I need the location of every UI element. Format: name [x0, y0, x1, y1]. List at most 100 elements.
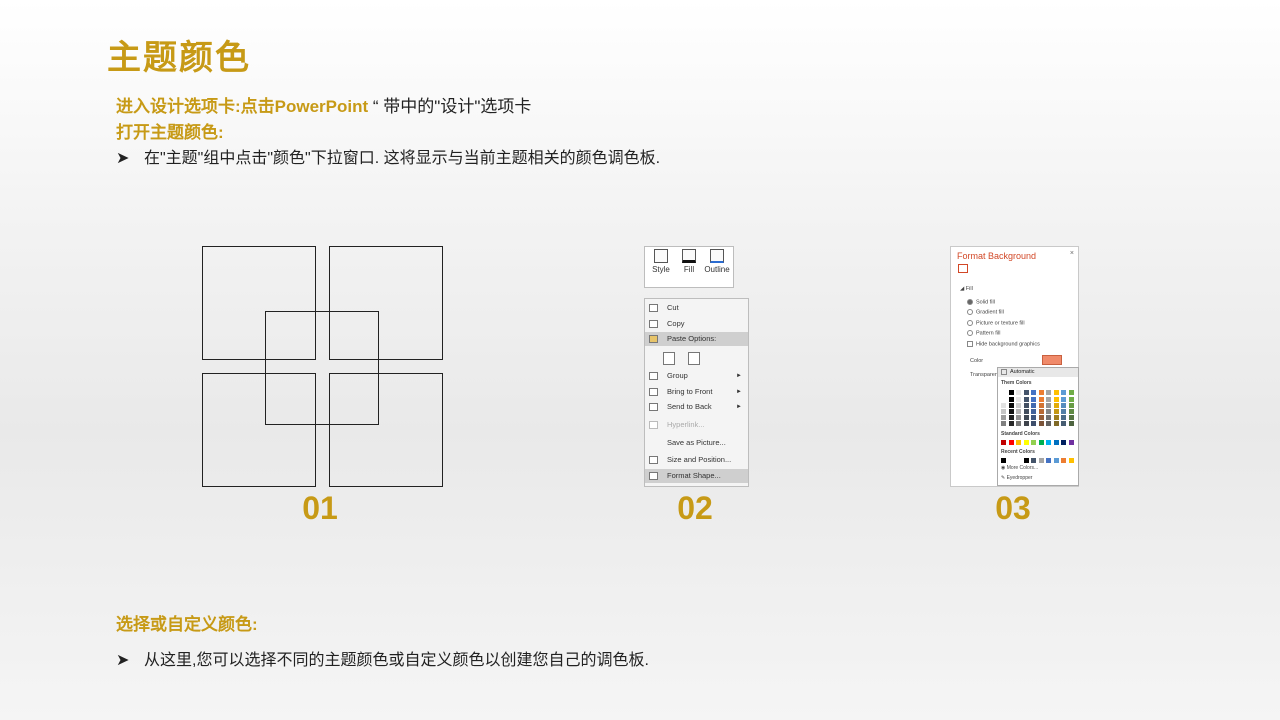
theme-color-swatch[interactable] — [1053, 409, 1059, 414]
paste-picture-icon[interactable] — [688, 352, 700, 365]
theme-color-swatch[interactable] — [1053, 403, 1059, 408]
theme-color-swatch[interactable] — [1046, 390, 1051, 395]
theme-color-swatch[interactable] — [1001, 415, 1006, 420]
fill-button[interactable]: Fill — [675, 249, 703, 274]
theme-color-swatch[interactable] — [1068, 409, 1074, 414]
theme-color-swatch[interactable] — [1038, 397, 1044, 402]
theme-color-swatch[interactable] — [1008, 403, 1014, 408]
theme-color-swatch[interactable] — [1023, 409, 1029, 414]
theme-color-swatch[interactable] — [1031, 421, 1036, 426]
standard-color-swatch[interactable] — [1008, 440, 1014, 445]
theme-color-swatch[interactable] — [1008, 409, 1014, 414]
standard-color-swatch[interactable] — [1038, 440, 1044, 445]
menu-item-bring-to-front[interactable]: Bring to Front ► — [645, 385, 748, 399]
recent-color-swatch[interactable] — [1061, 458, 1066, 463]
color-picker-button[interactable] — [1042, 355, 1062, 365]
theme-color-swatch[interactable] — [1046, 403, 1051, 408]
theme-color-swatch[interactable] — [1016, 415, 1021, 420]
theme-color-swatch[interactable] — [1046, 421, 1051, 426]
theme-color-swatch[interactable] — [1016, 421, 1021, 426]
theme-color-swatch[interactable] — [1061, 390, 1066, 395]
recent-color-swatch[interactable] — [1001, 458, 1006, 463]
theme-color-swatch[interactable] — [1061, 415, 1066, 420]
theme-color-swatch[interactable] — [1016, 403, 1021, 408]
theme-color-swatch[interactable] — [1061, 397, 1066, 402]
recent-color-swatch[interactable] — [1068, 458, 1074, 463]
theme-color-swatch[interactable] — [1016, 390, 1021, 395]
option-gradient-fill[interactable]: Gradient fill — [967, 309, 1004, 315]
theme-color-swatch[interactable] — [1001, 403, 1006, 408]
standard-color-swatch[interactable] — [1023, 440, 1029, 445]
standard-color-swatch[interactable] — [1053, 440, 1059, 445]
theme-color-swatch[interactable] — [1001, 397, 1006, 402]
menu-item-cut[interactable]: Cut — [645, 301, 748, 315]
recent-color-swatch[interactable] — [1016, 458, 1021, 463]
theme-color-swatch[interactable] — [1061, 409, 1066, 414]
menu-item-group[interactable]: Group ► — [645, 369, 748, 383]
theme-color-swatch[interactable] — [1008, 397, 1014, 402]
theme-color-swatch[interactable] — [1031, 397, 1036, 402]
recent-color-swatch[interactable] — [1023, 458, 1029, 463]
theme-color-swatch[interactable] — [1008, 390, 1014, 395]
menu-item-copy[interactable]: Copy — [645, 317, 748, 331]
recent-color-swatch[interactable] — [1008, 458, 1014, 463]
theme-color-swatch[interactable] — [1031, 409, 1036, 414]
theme-color-swatch[interactable] — [1061, 421, 1066, 426]
standard-color-swatch[interactable] — [1046, 440, 1051, 445]
theme-color-swatch[interactable] — [1038, 403, 1044, 408]
standard-color-swatch[interactable] — [1061, 440, 1066, 445]
recent-color-swatch[interactable] — [1053, 458, 1059, 463]
theme-color-swatch[interactable] — [1023, 403, 1029, 408]
theme-color-swatch[interactable] — [1046, 415, 1051, 420]
theme-color-swatch[interactable] — [1031, 403, 1036, 408]
theme-color-swatch[interactable] — [1023, 415, 1029, 420]
theme-color-swatch[interactable] — [1038, 390, 1044, 395]
option-picture-fill[interactable]: Picture or texture fill — [967, 320, 1025, 326]
theme-color-swatch[interactable] — [1001, 390, 1006, 395]
theme-color-swatch[interactable] — [1068, 421, 1074, 426]
theme-color-swatch[interactable] — [1068, 390, 1074, 395]
option-pattern-fill[interactable]: Pattern fill — [967, 330, 1000, 336]
eyedropper-option[interactable]: ✎ Eyedropper — [1001, 475, 1032, 481]
theme-color-swatch[interactable] — [1046, 409, 1051, 414]
theme-color-swatch[interactable] — [1068, 403, 1074, 408]
theme-color-swatch[interactable] — [1016, 397, 1021, 402]
theme-color-swatch[interactable] — [1031, 390, 1036, 395]
menu-item-size-and-position[interactable]: Size and Position... — [645, 453, 748, 467]
theme-color-swatch[interactable] — [1001, 421, 1006, 426]
theme-color-swatch[interactable] — [1008, 415, 1014, 420]
automatic-color-option[interactable]: Automatic — [998, 368, 1078, 377]
hide-background-checkbox[interactable]: Hide background graphics — [967, 341, 1040, 347]
theme-color-swatch[interactable] — [1038, 421, 1044, 426]
standard-color-swatch[interactable] — [1068, 440, 1074, 445]
paste-keep-formatting-icon[interactable] — [663, 352, 675, 365]
menu-item-save-as-picture[interactable]: Save as Picture... — [645, 436, 748, 450]
theme-color-swatch[interactable] — [1053, 415, 1059, 420]
menu-item-format-shape[interactable]: Format Shape... — [645, 469, 748, 483]
standard-color-swatch[interactable] — [1031, 440, 1036, 445]
theme-color-swatch[interactable] — [1023, 421, 1029, 426]
theme-color-swatch[interactable] — [1053, 390, 1059, 395]
fill-icon[interactable] — [958, 264, 968, 273]
theme-color-swatch[interactable] — [1053, 397, 1059, 402]
theme-color-swatch[interactable] — [1031, 415, 1036, 420]
theme-color-swatch[interactable] — [1038, 415, 1044, 420]
theme-color-swatch[interactable] — [1023, 390, 1029, 395]
theme-color-swatch[interactable] — [1053, 421, 1059, 426]
theme-color-swatch[interactable] — [1068, 397, 1074, 402]
standard-color-swatch[interactable] — [1001, 440, 1006, 445]
more-colors-option[interactable]: ◉ More Colors... — [1001, 465, 1038, 471]
menu-item-send-to-back[interactable]: Send to Back ► — [645, 400, 748, 414]
theme-color-swatch[interactable] — [1016, 409, 1021, 414]
theme-color-swatch[interactable] — [1008, 421, 1014, 426]
theme-color-swatch[interactable] — [1038, 409, 1044, 414]
option-solid-fill[interactable]: Solid fill — [967, 299, 995, 305]
recent-color-swatch[interactable] — [1046, 458, 1051, 463]
theme-color-swatch[interactable] — [1061, 403, 1066, 408]
close-icon[interactable]: × — [1070, 250, 1074, 257]
theme-color-swatch[interactable] — [1023, 397, 1029, 402]
standard-color-swatch[interactable] — [1016, 440, 1021, 445]
style-button[interactable]: Style — [647, 249, 675, 274]
theme-color-swatch[interactable] — [1068, 415, 1074, 420]
recent-color-swatch[interactable] — [1038, 458, 1044, 463]
